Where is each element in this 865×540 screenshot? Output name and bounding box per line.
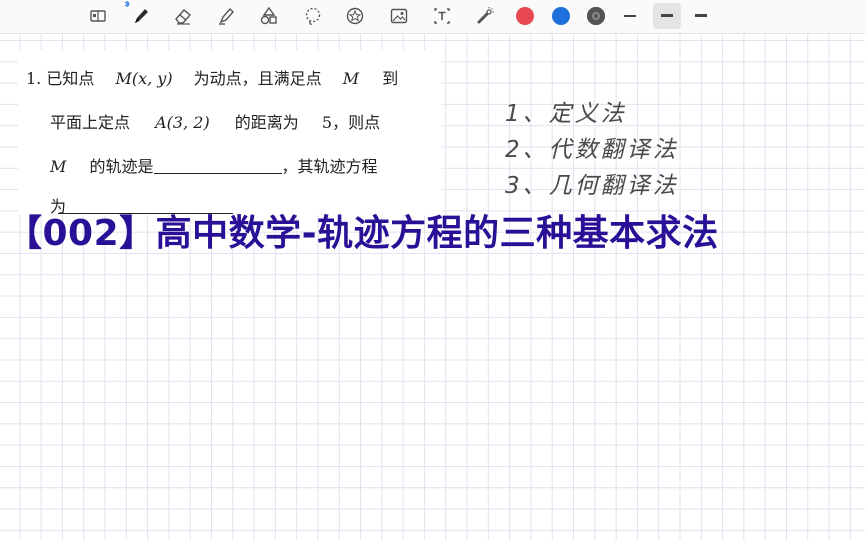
math-var-m: M (50, 157, 67, 176)
color-gray-swatch[interactable] (587, 7, 605, 25)
method-item: 2、代数翻译法 (505, 137, 679, 163)
shapes-icon[interactable] (256, 4, 282, 28)
problem-text: 的轨迹是 (89, 157, 154, 176)
problem-text: 平面上定点 (50, 113, 131, 132)
lasso-icon[interactable] (300, 4, 326, 28)
problem-line-1: 1. 已知点 M(x, y) 为动点，且满足点 M 到 (26, 65, 398, 89)
math-var-m: M (342, 69, 360, 88)
laser-pointer-icon[interactable] (472, 4, 498, 28)
math-point-a: A(3, 2) (155, 113, 210, 132)
problem-text: 为动点，且满足点 (193, 69, 322, 88)
problem-text: 到 (382, 69, 399, 88)
stroke-thick-option[interactable] (695, 14, 707, 17)
pen-icon[interactable] (128, 4, 154, 28)
problem-line-2: 平面上定点 A(3, 2) 的距离为 5，则点 (50, 109, 380, 133)
color-blue-swatch[interactable] (552, 7, 570, 25)
textbox-icon[interactable] (429, 4, 455, 28)
problem-card: 1. 已知点 M(x, y) 为动点，且满足点 M 到 平面上定点 A(3, 2… (18, 50, 442, 216)
stroke-medium-option[interactable] (661, 14, 673, 17)
image-icon[interactable] (386, 4, 412, 28)
sticker-icon[interactable] (342, 4, 368, 28)
eraser-icon[interactable] (170, 4, 196, 28)
method-item: 1、定义法 (505, 101, 627, 127)
answer-blank (153, 159, 282, 174)
stroke-thin-option[interactable] (624, 15, 636, 17)
toolbar (0, 0, 865, 34)
highlighter-icon[interactable] (213, 4, 239, 28)
problem-text: 5，则点 (321, 113, 381, 132)
method-item: 3、几何翻译法 (505, 173, 679, 199)
video-title-overlay: 【002】高中数学-轨迹方程的三种基本求法 (6, 213, 719, 254)
problem-text: 的距离为 (234, 113, 299, 132)
notebook-canvas[interactable]: 1. 已知点 M(x, y) 为动点，且满足点 M 到 平面上定点 A(3, 2… (0, 34, 865, 540)
color-red-swatch[interactable] (516, 7, 534, 25)
problem-line-3: M 的轨迹是 ，其轨迹方程 (50, 153, 378, 177)
book-icon[interactable] (85, 4, 111, 28)
math-point-m: M(x, y) (115, 69, 173, 88)
problem-text: ，其轨迹方程 (281, 157, 378, 176)
problem-text: 1. 已知点 (26, 69, 95, 88)
